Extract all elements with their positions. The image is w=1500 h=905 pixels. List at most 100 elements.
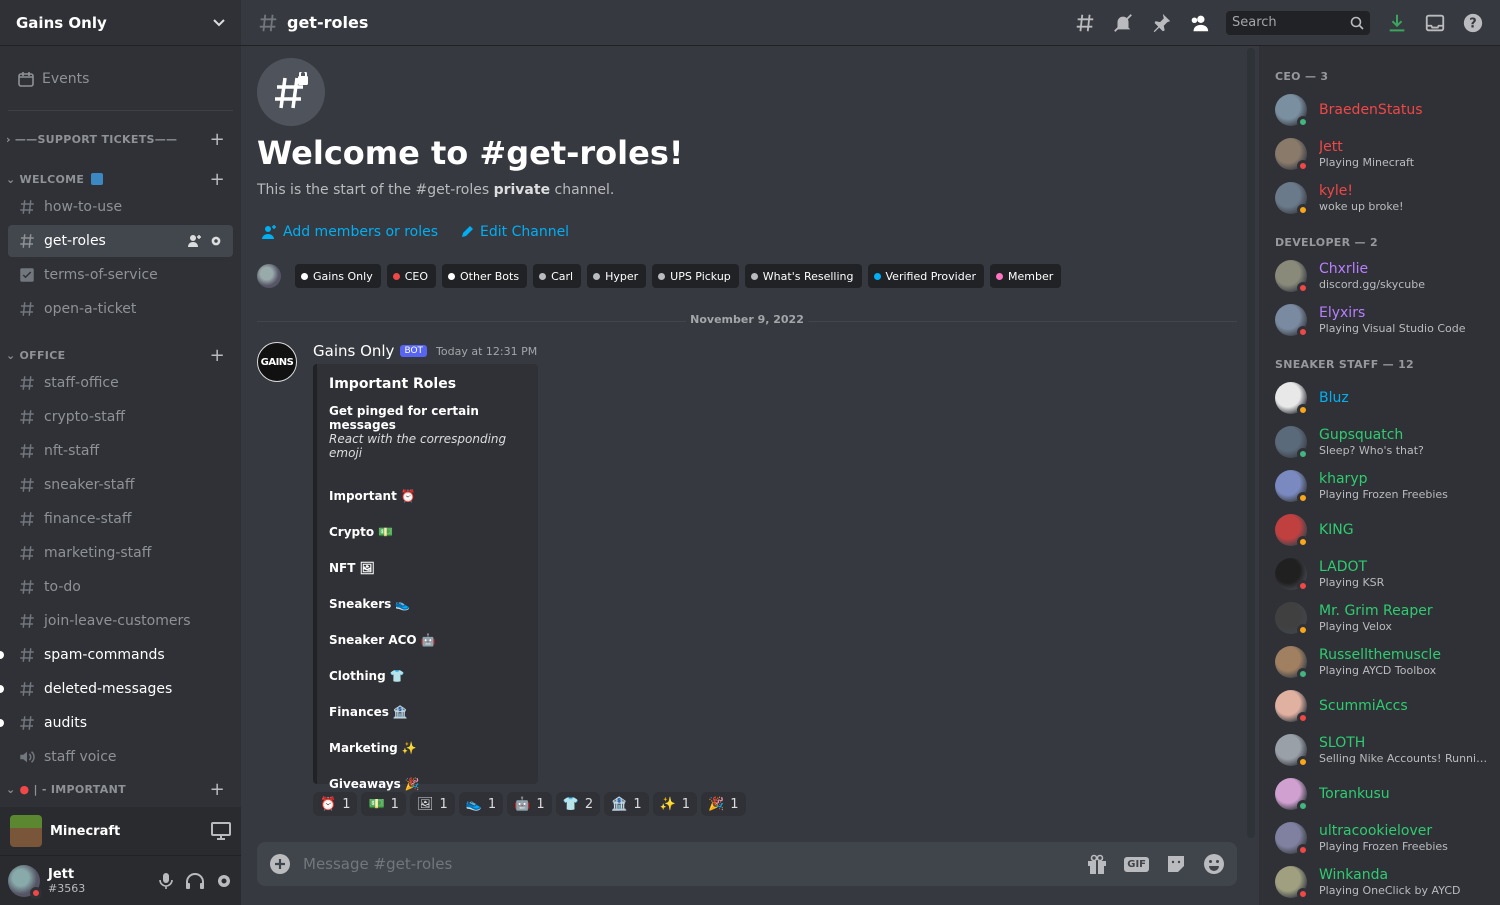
channel-nft-staff[interactable]: nft-staff bbox=[8, 435, 233, 467]
add-channel-icon[interactable]: + bbox=[210, 169, 225, 190]
add-member-icon[interactable] bbox=[187, 233, 203, 249]
message-input[interactable]: Message #get-roles bbox=[303, 855, 1074, 873]
channel-deleted-messages[interactable]: deleted-messages bbox=[0, 673, 233, 705]
notification-muted-icon[interactable] bbox=[1112, 12, 1134, 34]
channel-label: deleted-messages bbox=[44, 681, 173, 697]
inbox-icon[interactable] bbox=[1424, 12, 1446, 34]
scrollbar-track[interactable] bbox=[1247, 48, 1255, 838]
role-pill[interactable]: UPS Pickup bbox=[652, 264, 739, 288]
channel-get-roles[interactable]: get-roles bbox=[8, 225, 233, 257]
reactions-row: ⏰ 1 💵 1 🖼 1 👟 1 🤖 1 👕 2 🏦 1 ✨ 1 🎉 1 bbox=[313, 792, 746, 816]
member-list-icon[interactable] bbox=[1188, 12, 1210, 34]
member-item[interactable]: Bluz bbox=[1259, 376, 1500, 420]
microphone-icon[interactable] bbox=[157, 872, 175, 890]
member-item[interactable]: Chxrlie discord.gg/skycube bbox=[1259, 254, 1500, 298]
add-channel-icon[interactable]: + bbox=[210, 129, 225, 150]
reaction-button[interactable]: ⏰ 1 bbox=[313, 792, 358, 816]
channel-crypto-staff[interactable]: crypto-staff bbox=[8, 401, 233, 433]
reaction-button[interactable]: 🎉 1 bbox=[701, 792, 746, 816]
sticker-icon[interactable] bbox=[1165, 853, 1187, 875]
add-channel-icon[interactable]: + bbox=[210, 345, 225, 366]
channel-spam-commands[interactable]: spam-commands bbox=[0, 639, 233, 671]
member-item[interactable]: Jett Playing Minecraft bbox=[1259, 132, 1500, 176]
message-author[interactable]: Gains Only bbox=[313, 342, 394, 360]
reaction-button[interactable]: 💵 1 bbox=[361, 792, 406, 816]
bot-avatar[interactable]: GAINS bbox=[257, 342, 297, 382]
channel-marketing-staff[interactable]: marketing-staff bbox=[8, 537, 233, 569]
member-activity: Playing Frozen Freebies bbox=[1319, 487, 1448, 501]
gear-icon[interactable] bbox=[209, 234, 223, 248]
avatar[interactable] bbox=[257, 264, 281, 288]
role-pill[interactable]: Verified Provider bbox=[867, 264, 984, 288]
pin-icon[interactable] bbox=[1150, 12, 1172, 34]
channel-join-leave-customers[interactable]: join-leave-customers bbox=[8, 605, 233, 637]
add-channel-icon[interactable]: + bbox=[210, 779, 225, 800]
reaction-button[interactable]: 🖼 1 bbox=[409, 792, 455, 816]
member-item[interactable]: Winkanda Playing OneClick by AYCD bbox=[1259, 860, 1500, 904]
channel-audits[interactable]: audits bbox=[0, 707, 233, 739]
gear-icon[interactable] bbox=[215, 872, 233, 890]
member-item[interactable]: Elyxirs Playing Visual Studio Code bbox=[1259, 298, 1500, 342]
status-icon bbox=[1297, 800, 1309, 812]
role-pill[interactable]: Other Bots bbox=[442, 264, 528, 288]
role-pill[interactable]: Member bbox=[989, 264, 1062, 288]
member-item[interactable]: Mr. Grim Reaper Playing Velox bbox=[1259, 596, 1500, 640]
member-item[interactable]: Torankusu bbox=[1259, 772, 1500, 816]
hashtag-lock-icon bbox=[257, 58, 325, 126]
emoji-icon[interactable] bbox=[1203, 853, 1225, 875]
member-item[interactable]: Russellthemuscle Playing AYCD Toolbox bbox=[1259, 640, 1500, 684]
message-composer[interactable]: Message #get-roles GIF bbox=[257, 842, 1237, 886]
headphones-icon[interactable] bbox=[185, 872, 205, 890]
status-icon bbox=[1297, 668, 1309, 680]
role-pill[interactable]: Carl bbox=[533, 264, 582, 288]
avatar[interactable] bbox=[8, 864, 42, 899]
reaction-button[interactable]: 🤖 1 bbox=[507, 792, 552, 816]
help-icon[interactable]: ? bbox=[1462, 12, 1484, 34]
reaction-button[interactable]: 👕 2 bbox=[555, 792, 601, 816]
search-input[interactable]: Search bbox=[1226, 10, 1370, 35]
member-item[interactable]: ultracookielover Playing Frozen Freebies bbox=[1259, 816, 1500, 860]
channel-staff-office[interactable]: staff-office bbox=[8, 367, 233, 399]
channel-finance-staff[interactable]: finance-staff bbox=[8, 503, 233, 535]
add-members-link[interactable]: Add members or roles bbox=[261, 224, 438, 240]
channel-open-a-ticket[interactable]: open-a-ticket bbox=[8, 293, 233, 325]
add-attachment-icon[interactable] bbox=[269, 853, 291, 875]
channel-to-do[interactable]: to-do bbox=[8, 571, 233, 603]
role-pill[interactable]: Hyper bbox=[587, 264, 647, 288]
server-name: Gains Only bbox=[16, 13, 107, 32]
gift-icon[interactable] bbox=[1086, 853, 1108, 875]
server-header[interactable]: Gains Only bbox=[0, 0, 241, 46]
member-item[interactable]: ScummiAccs bbox=[1259, 684, 1500, 728]
edit-channel-link[interactable]: Edit Channel bbox=[460, 224, 569, 240]
gif-button[interactable]: GIF bbox=[1124, 856, 1149, 872]
member-item[interactable]: Gupsquatch Sleep? Who's that? bbox=[1259, 420, 1500, 464]
category-welcome[interactable]: ⌄ WELCOME + bbox=[0, 169, 241, 190]
category-important[interactable]: ⌄ ● | - IMPORTANT + bbox=[0, 779, 241, 800]
member-item[interactable]: KING bbox=[1259, 508, 1500, 552]
channel-sneaker-staff[interactable]: sneaker-staff bbox=[8, 469, 233, 501]
category-office[interactable]: ⌄ OFFICE + bbox=[0, 345, 241, 366]
download-icon[interactable] bbox=[1386, 12, 1408, 34]
channel-how-to-use[interactable]: how-to-use bbox=[8, 191, 233, 223]
role-pill[interactable]: CEO bbox=[386, 264, 437, 288]
category-label: OFFICE bbox=[19, 348, 66, 362]
member-item[interactable]: BraedenStatus bbox=[1259, 88, 1500, 132]
channel-terms-of-service[interactable]: terms-of-service bbox=[8, 259, 233, 291]
role-pill[interactable]: What's Reselling bbox=[744, 264, 862, 288]
category-support-tickets[interactable]: › ——SUPPORT TICKETS—— + bbox=[0, 129, 241, 150]
member-item[interactable]: SLOTH Selling Nike Accounts! Runnin... bbox=[1259, 728, 1500, 772]
reaction-button[interactable]: ✨ 1 bbox=[652, 792, 698, 816]
member-item[interactable]: kharyp Playing Frozen Freebies bbox=[1259, 464, 1500, 508]
channel-staff-voice[interactable]: staff voice bbox=[8, 741, 233, 773]
role-pill[interactable]: Gains Only bbox=[295, 264, 381, 288]
member-item[interactable]: kyle! woke up broke! bbox=[1259, 176, 1500, 220]
channel-label: sneaker-staff bbox=[44, 477, 135, 493]
status-dnd-icon bbox=[30, 886, 42, 899]
events-item[interactable]: Events bbox=[8, 62, 233, 96]
channel-label: finance-staff bbox=[44, 511, 132, 527]
threads-icon[interactable] bbox=[1074, 12, 1096, 34]
member-item[interactable]: LADOT Playing KSR bbox=[1259, 552, 1500, 596]
screen-share-icon[interactable] bbox=[211, 822, 231, 840]
reaction-button[interactable]: 🏦 1 bbox=[604, 792, 649, 816]
reaction-button[interactable]: 👟 1 bbox=[458, 792, 504, 816]
